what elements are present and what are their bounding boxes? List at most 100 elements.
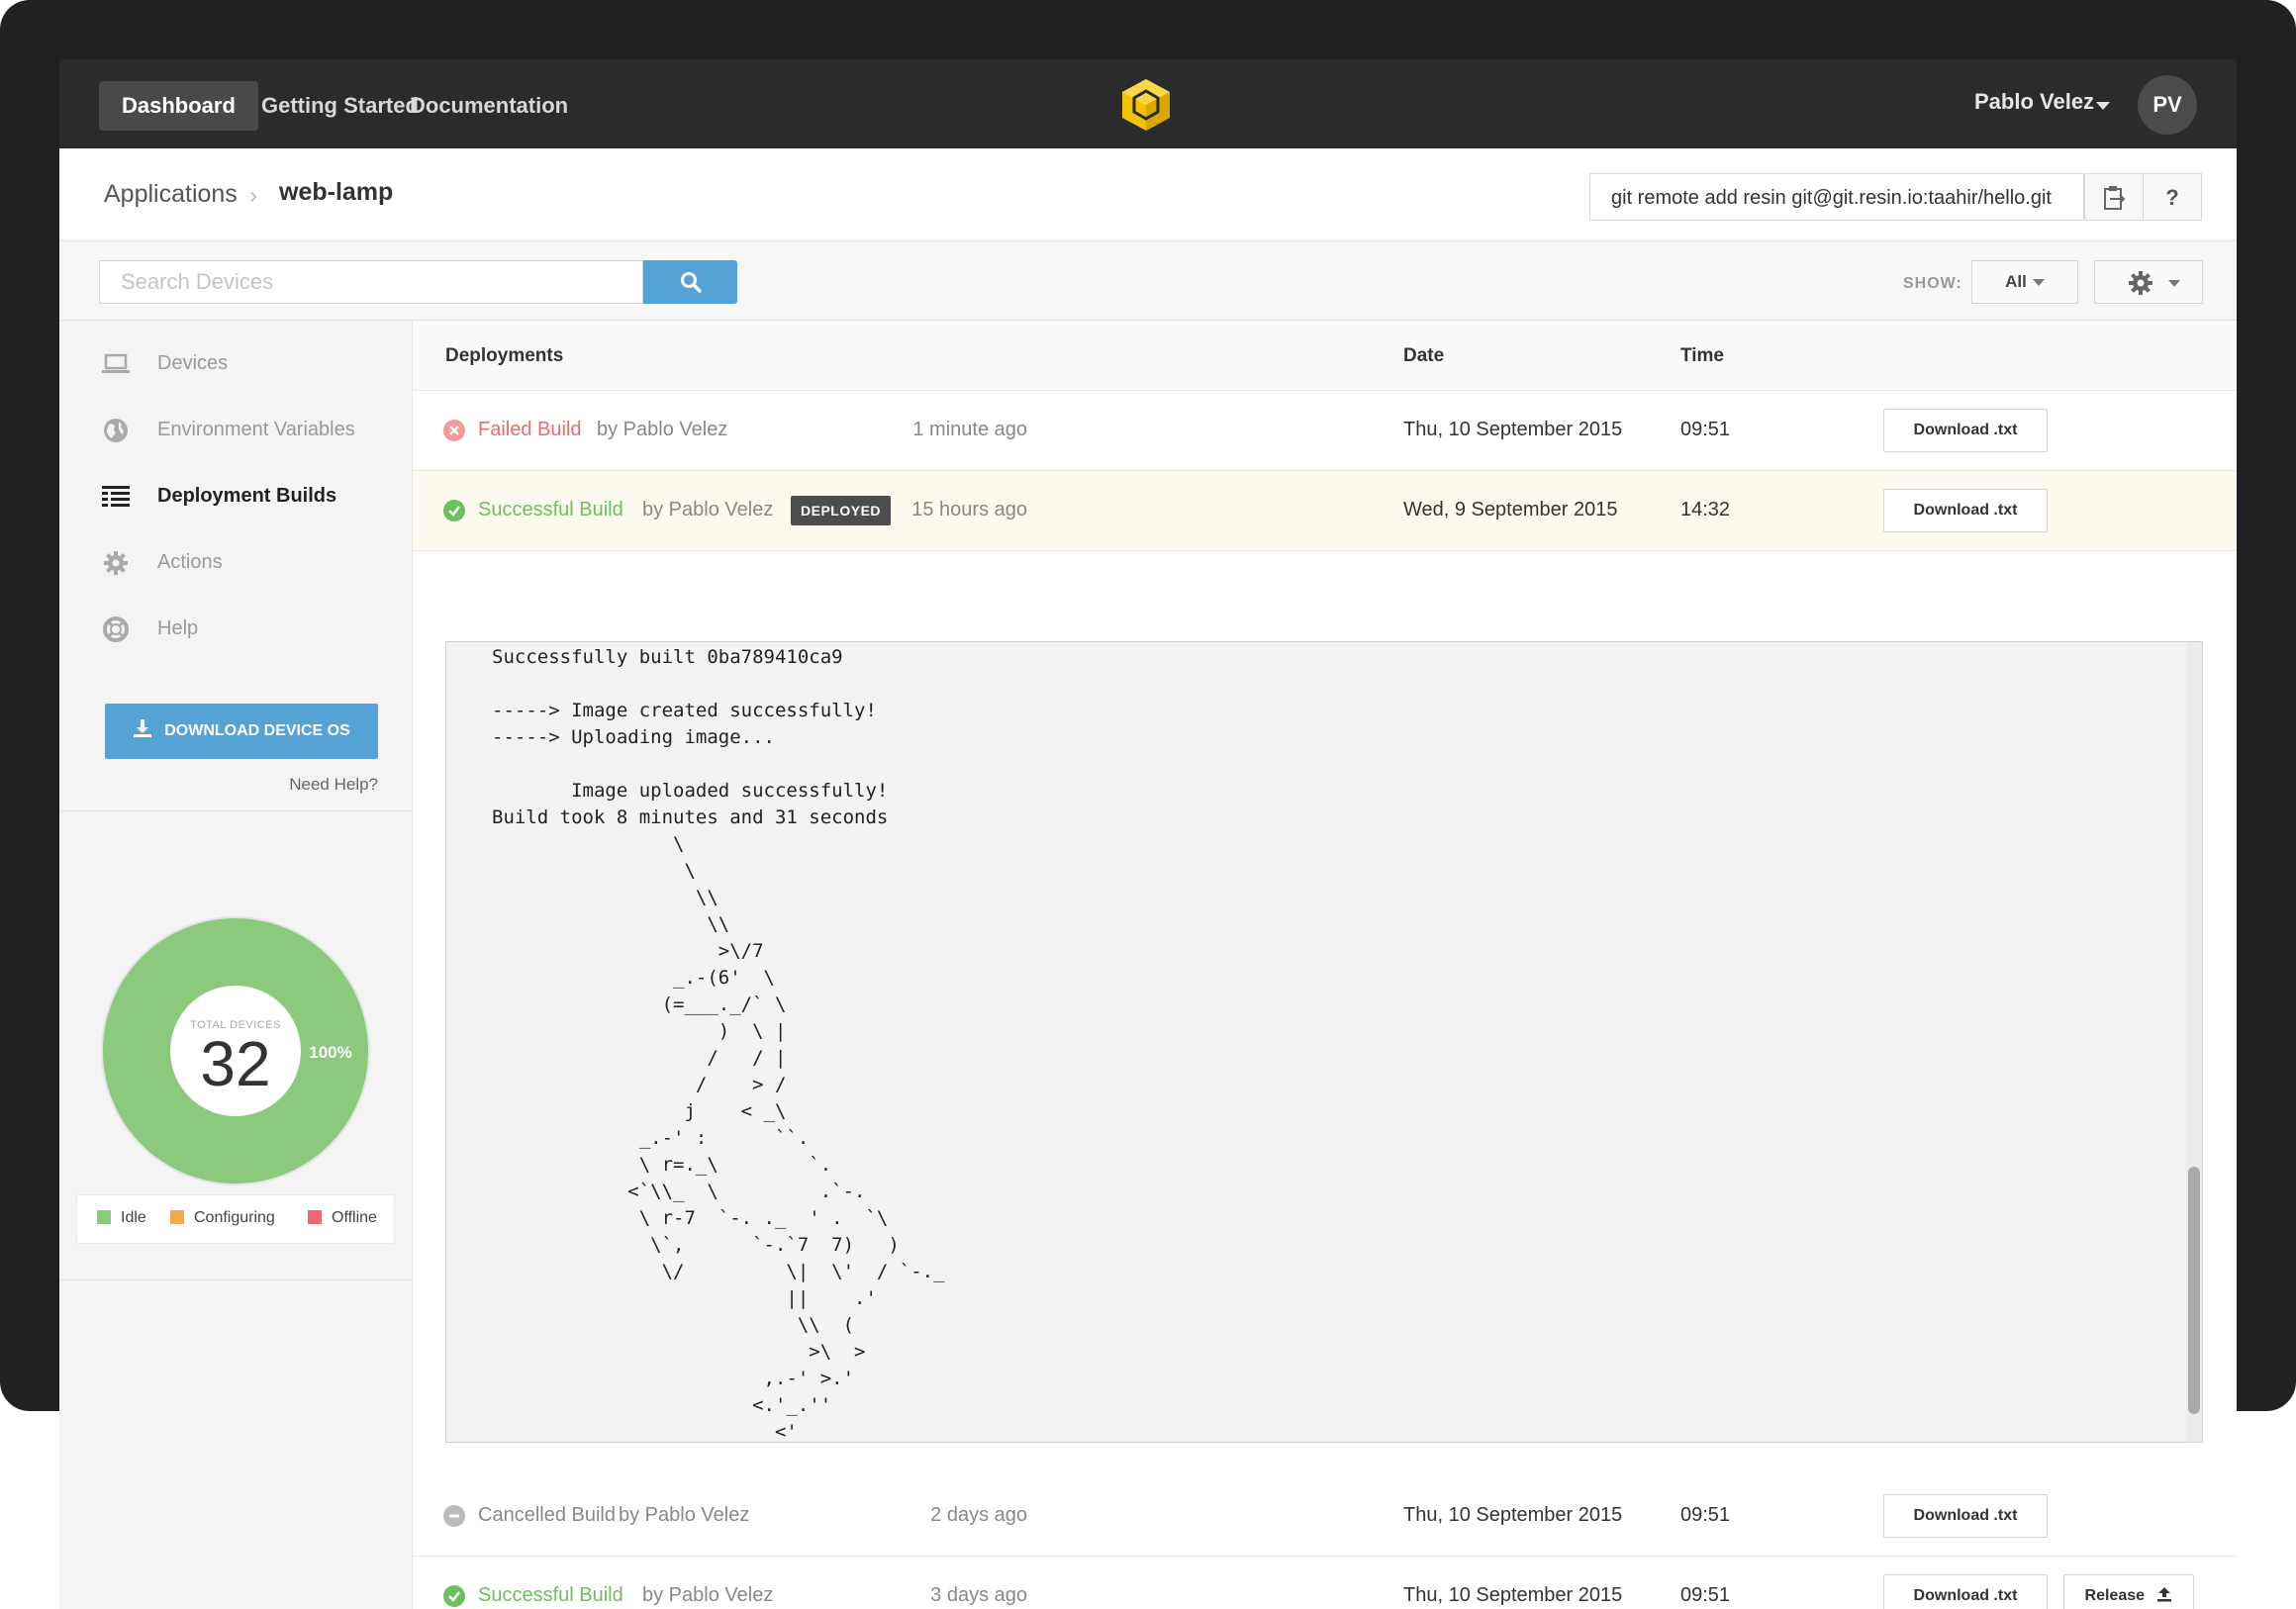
need-help-link[interactable]: Need Help?	[257, 775, 378, 795]
legend-swatch	[308, 1210, 322, 1224]
idle-percent-label: 100%	[309, 1043, 351, 1062]
sidebar-item-label: Deployment Builds	[157, 485, 337, 507]
download-device-os-label: DOWNLOAD DEVICE OS	[164, 722, 350, 739]
build-status: Successful Build	[478, 1584, 623, 1606]
sidebar-item-deployment-builds[interactable]: Deployment Builds	[101, 477, 398, 517]
build-relative-time: 1 minute ago	[912, 419, 1027, 440]
build-time: 09:51	[1680, 419, 1731, 440]
download-log-button[interactable]: Download .txt	[1883, 489, 2048, 532]
cancelled-status-icon	[443, 1505, 465, 1527]
resin-logo-icon[interactable]	[1118, 77, 1174, 133]
build-status: Cancelled Build	[478, 1504, 616, 1526]
sidebar-item-help[interactable]: Help	[101, 610, 398, 649]
build-time: 09:51	[1680, 1504, 1731, 1526]
build-date: Wed, 9 September 2015	[1403, 499, 1618, 521]
breadcrumb-applications[interactable]: Applications	[104, 180, 238, 209]
table-row[interactable]: Successful Build by Pablo Velez DEPLOYED…	[413, 471, 2237, 551]
build-time: 14:32	[1680, 499, 1731, 521]
legend-label: Configuring	[194, 1209, 275, 1226]
show-filter-select[interactable]: All	[1971, 260, 2078, 304]
build-status: Successful Build	[478, 499, 623, 521]
top-nav: Dashboard Getting Started Documentation …	[59, 59, 2237, 148]
git-help-button[interactable]: ?	[2143, 173, 2202, 221]
build-date: Thu, 10 September 2015	[1403, 419, 1623, 440]
legend-label: Idle	[121, 1209, 146, 1226]
breadcrumb-bar: Applications › web-lamp git remote add r…	[59, 148, 2237, 242]
device-status-donut: TOTAL DEVICES 32 100%	[101, 916, 370, 1185]
divider	[59, 1279, 412, 1280]
total-devices-count: 32	[200, 1028, 270, 1099]
sidebar: Devices Environment Variables Deployment…	[59, 321, 413, 1609]
legend-swatch	[97, 1210, 111, 1224]
legend-idle: Idle	[97, 1209, 146, 1227]
breadcrumb-chevron-icon: ›	[249, 182, 257, 209]
success-status-icon	[443, 500, 465, 521]
globe-icon	[104, 419, 128, 442]
toolbar: SHOW: All	[59, 242, 2237, 321]
sidebar-item-label: Environment Variables	[157, 419, 355, 440]
laptop-icon	[102, 353, 130, 373]
chevron-down-icon	[2032, 279, 2045, 287]
sidebar-item-label: Help	[157, 617, 199, 639]
build-date: Thu, 10 September 2015	[1403, 1504, 1623, 1526]
release-button[interactable]: Release	[2063, 1574, 2194, 1609]
user-menu[interactable]: Pablo Velez	[1974, 89, 2094, 115]
divider	[59, 810, 412, 811]
builds-icon	[102, 486, 130, 507]
search-input[interactable]	[99, 260, 643, 304]
deployed-badge: DEPLOYED	[791, 496, 892, 525]
upload-icon	[2157, 1587, 2172, 1602]
sidebar-item-label: Devices	[157, 352, 229, 374]
release-label: Release	[2084, 1587, 2146, 1604]
build-relative-time: 15 hours ago	[911, 499, 1027, 521]
build-status: Failed Build	[478, 419, 582, 440]
success-status-icon	[443, 1585, 465, 1607]
build-log-text: Successfully built 0ba789410ca9 -----> I…	[492, 646, 945, 1443]
build-time: 09:51	[1680, 1584, 1731, 1606]
build-relative-time: 2 days ago	[930, 1504, 1027, 1526]
table-header: Deployments Date Time	[413, 321, 2237, 391]
device-status-legend: Idle Configuring Offline	[76, 1194, 395, 1244]
show-filter-value: All	[2005, 272, 2027, 291]
sidebar-item-environment-variables[interactable]: Environment Variables	[101, 411, 398, 450]
settings-dropdown[interactable]	[2094, 260, 2203, 304]
nav-documentation[interactable]: Documentation	[387, 81, 591, 131]
clipboard-icon	[2104, 186, 2126, 210]
column-header-deployments: Deployments	[445, 345, 564, 366]
breadcrumb-current: web-lamp	[279, 178, 394, 206]
search-icon	[681, 272, 702, 293]
build-log-panel[interactable]: Successfully built 0ba789410ca9 -----> I…	[445, 641, 2203, 1443]
git-remote-field[interactable]: git remote add resin git@git.resin.io:ta…	[1589, 173, 2084, 221]
search-button[interactable]	[643, 260, 737, 304]
lifebuoy-icon	[103, 616, 129, 642]
column-header-date: Date	[1403, 345, 1445, 366]
build-author: by Pablo Velez	[619, 1504, 750, 1526]
failed-status-icon	[443, 420, 465, 441]
build-author: by Pablo Velez	[642, 1584, 774, 1606]
nav-dashboard[interactable]: Dashboard	[99, 81, 258, 131]
build-relative-time: 3 days ago	[930, 1584, 1027, 1606]
show-label: SHOW:	[1903, 275, 1962, 292]
table-row[interactable]: Successful Build by Pablo Velez 3 days a…	[413, 1557, 2237, 1609]
copy-clipboard-button[interactable]	[2084, 173, 2144, 221]
download-icon	[134, 719, 152, 737]
avatar[interactable]: PV	[2138, 75, 2197, 135]
legend-label: Offline	[332, 1209, 377, 1226]
scrollbar-thumb[interactable]	[2188, 1167, 2200, 1414]
download-log-button[interactable]: Download .txt	[1883, 409, 2048, 452]
download-log-button[interactable]: Download .txt	[1883, 1574, 2048, 1609]
legend-swatch	[170, 1210, 184, 1224]
column-header-time: Time	[1680, 345, 1725, 366]
download-device-os-button[interactable]: DOWNLOAD DEVICE OS	[105, 704, 378, 759]
sidebar-item-label: Actions	[157, 551, 223, 573]
sidebar-item-devices[interactable]: Devices	[101, 344, 398, 384]
gear-icon	[2129, 271, 2152, 295]
gear-icon	[104, 551, 128, 575]
download-log-button[interactable]: Download .txt	[1883, 1494, 2048, 1538]
legend-offline: Offline	[308, 1209, 377, 1227]
table-row[interactable]: Cancelled Build by Pablo Velez 2 days ag…	[413, 1476, 2237, 1557]
chevron-down-icon[interactable]	[2096, 102, 2110, 110]
chevron-down-icon	[2168, 280, 2180, 287]
table-row[interactable]: Failed Build by Pablo Velez 1 minute ago…	[413, 391, 2237, 471]
sidebar-item-actions[interactable]: Actions	[101, 543, 398, 583]
